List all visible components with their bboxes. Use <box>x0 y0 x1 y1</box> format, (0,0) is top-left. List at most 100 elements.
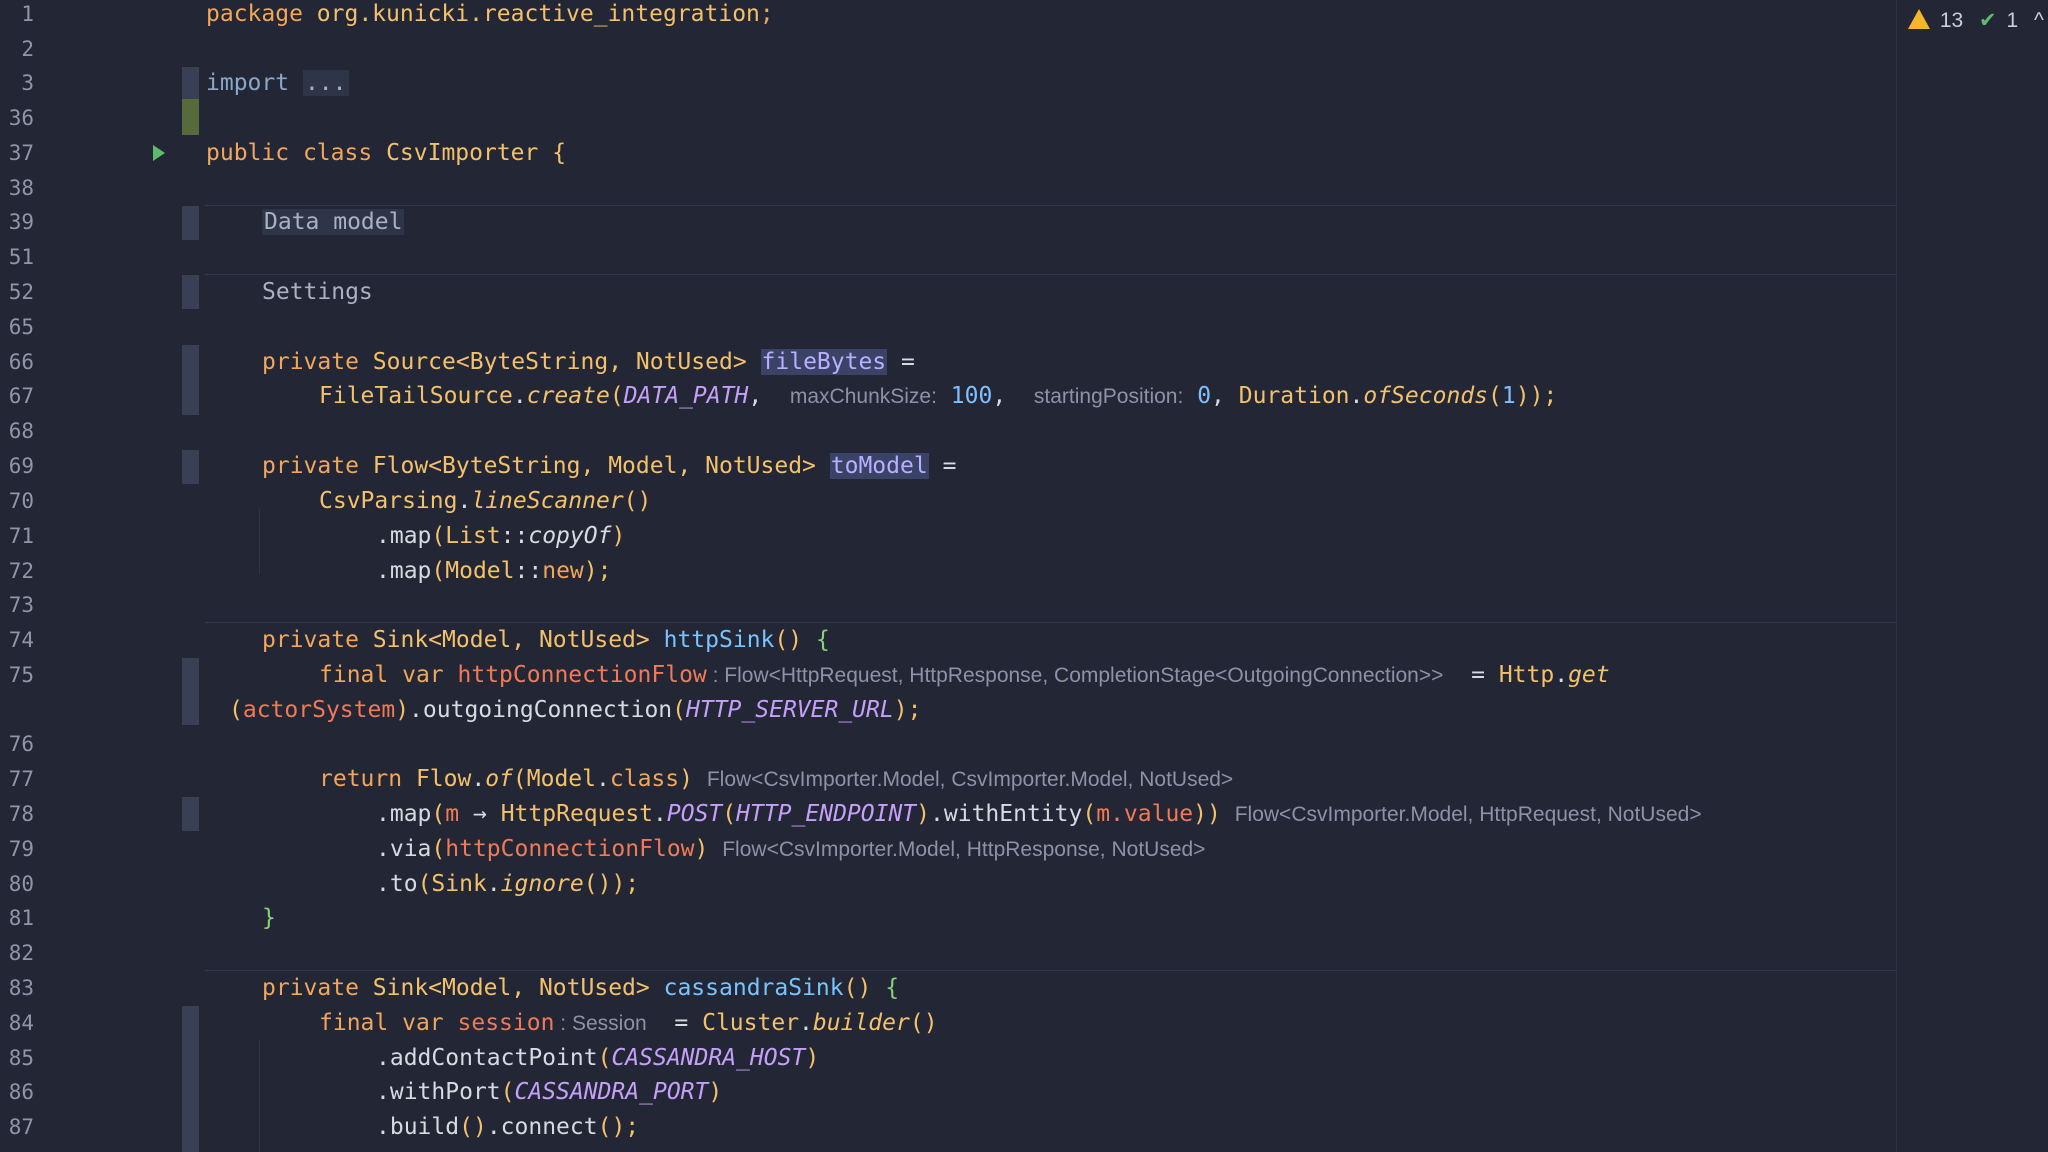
line-number: 2 <box>21 37 34 61</box>
method-cassandrasink: cassandraSink <box>663 975 844 1001</box>
field-value: m.value <box>1096 801 1194 827</box>
class-cluster: Cluster <box>702 1010 800 1036</box>
code-line[interactable]: 36 <box>0 101 1896 136</box>
code-line[interactable]: 71 .map(List::copyOf) <box>0 519 1896 554</box>
check-count: 1 <box>2006 9 2019 32</box>
line-number: 69 <box>8 454 34 478</box>
code-line[interactable]: 87 .build().connect(); <box>0 1110 1896 1145</box>
folded-region-data-model[interactable]: Data model <box>262 209 405 235</box>
method-build: build <box>389 1114 460 1140</box>
code-line[interactable]: 86 .withPort(CASSANDRA_PORT) <box>0 1075 1896 1110</box>
method-outgoingconnection: outgoingConnection <box>422 697 673 723</box>
package-name: org.kunicki.reactive_integration <box>316 1 760 27</box>
line-number: 77 <box>8 767 34 791</box>
line-number: 76 <box>8 732 34 756</box>
line-number: 1 <box>21 2 34 26</box>
line-number: 37 <box>8 141 34 165</box>
code-line[interactable]: 79 .via(httpConnectionFlow) Flow<CsvImpo… <box>0 832 1896 867</box>
keyword-private: private <box>262 349 359 375</box>
code-line[interactable]: 82 <box>0 936 1896 971</box>
code-line[interactable]: 80 .to(Sink.ignore()); <box>0 867 1896 902</box>
method-to: to <box>389 871 418 897</box>
line-number: 83 <box>8 976 34 1000</box>
param-hint: maxChunkSize: <box>789 385 937 408</box>
code-line[interactable]: 68 <box>0 414 1896 449</box>
double-check-icon: ✔ <box>1979 9 1997 32</box>
line-number: 72 <box>8 559 34 583</box>
chain-type-hint: Flow<CsvImporter.Model, HttpResponse, No… <box>722 838 1206 861</box>
chevron-up-icon[interactable]: ^ <box>2034 9 2044 32</box>
class-model: Model <box>526 766 597 792</box>
method-addcontactpoint: addContactPoint <box>389 1045 598 1071</box>
keyword-var: var <box>402 1010 444 1036</box>
code-line[interactable]: 1 package org.kunicki.reactive_integrati… <box>0 0 1896 32</box>
line-number: 87 <box>8 1115 34 1139</box>
code-line[interactable]: 2 <box>0 32 1896 67</box>
keyword-class: class <box>302 140 373 166</box>
keyword-public: public <box>206 140 290 166</box>
code-line[interactable]: 3 import ... <box>0 66 1896 101</box>
code-line[interactable]: 77 return Flow.of(Model.class) Flow<CsvI… <box>0 762 1896 797</box>
method-builder: builder <box>812 1010 910 1036</box>
code-line[interactable]: 67 FileTailSource.create(DATA_PATH, maxC… <box>0 379 1896 414</box>
code-line[interactable]: 69 private Flow<ByteString, Model, NotUs… <box>0 449 1896 484</box>
class-http: Http <box>1498 662 1555 688</box>
code-editor[interactable]: 13 ✔ 1 ^ 1 package org.kunicki.reactive_… <box>0 0 2048 1152</box>
number-literal: 0 <box>1197 383 1212 409</box>
code-line[interactable]: 65 <box>0 310 1896 345</box>
line-number: 75 <box>8 663 34 687</box>
line-number: 51 <box>8 245 34 269</box>
class-model: Model <box>445 558 515 584</box>
code-line[interactable]: 51 <box>0 240 1896 275</box>
class-list: List <box>445 523 501 549</box>
field-tomodel: toModel <box>829 453 929 479</box>
code-line[interactable]: 66 private Source<ByteString, NotUsed> f… <box>0 345 1896 380</box>
class-filetailsource: FileTailSource <box>319 383 513 409</box>
class-name: CsvImporter <box>386 140 539 166</box>
code-line[interactable]: 85 .addContactPoint(CASSANDRA_HOST) <box>0 1041 1896 1076</box>
code-line[interactable]: 76 <box>0 727 1896 762</box>
code-line[interactable]: 37 public class CsvImporter { <box>0 136 1896 171</box>
line-number: 85 <box>8 1046 34 1070</box>
code-line[interactable]: 78 .map(m → HttpRequest.POST(HTTP_ENDPOI… <box>0 797 1896 832</box>
line-number: 66 <box>8 350 34 374</box>
line-number: 79 <box>8 837 34 861</box>
editor-right-margin <box>1896 0 1897 1152</box>
line-number: 78 <box>8 802 34 826</box>
type-source: Source<ByteString, NotUsed> <box>372 349 747 375</box>
lambda-arrow: → <box>472 801 487 827</box>
code-line[interactable]: 72 .map(Model::new); <box>0 554 1896 589</box>
local-httpconnectionflow: httpConnectionFlow <box>445 836 695 862</box>
code-line[interactable]: 75 final var httpConnectionFlow : Flow<H… <box>0 658 1896 693</box>
method-of: of <box>485 766 513 792</box>
class-csvparsing: CsvParsing <box>319 488 458 514</box>
code-line[interactable]: 84 final var session : Session = Cluster… <box>0 1006 1896 1041</box>
line-number: 36 <box>8 106 34 130</box>
code-line[interactable]: 52 Settings <box>0 275 1896 310</box>
folded-imports[interactable]: ... <box>302 70 349 96</box>
method-via: via <box>389 836 432 862</box>
method-copyof: copyOf <box>528 523 612 549</box>
const-http-server-url: HTTP_SERVER_URL <box>686 697 894 723</box>
code-line[interactable]: 81 } <box>0 901 1896 936</box>
code-line[interactable]: 38 <box>0 171 1896 206</box>
code-line-wrap[interactable]: (actorSystem).outgoingConnection(HTTP_SE… <box>0 693 1896 728</box>
code-line[interactable]: 83 private Sink<Model, NotUsed> cassandr… <box>0 971 1896 1006</box>
code-line[interactable]: 74 private Sink<Model, NotUsed> httpSink… <box>0 623 1896 658</box>
keyword-import: import <box>206 70 290 96</box>
code-line[interactable]: 73 <box>0 588 1896 623</box>
keyword-private: private <box>262 627 359 653</box>
inspection-widget[interactable]: 13 ✔ 1 ^ <box>1908 6 2044 36</box>
chain-type-hint: Flow<CsvImporter.Model, HttpRequest, Not… <box>1234 803 1702 826</box>
line-number: 70 <box>8 489 34 513</box>
type-sink: Sink<Model, NotUsed> <box>372 975 650 1001</box>
method-httpsink: httpSink <box>663 627 775 653</box>
line-number: 52 <box>8 280 34 304</box>
line-number: 71 <box>8 524 34 548</box>
code-line[interactable]: 39 Data model <box>0 205 1896 240</box>
line-number: 67 <box>8 384 34 408</box>
lambda-param: m <box>445 801 460 827</box>
folded-region-settings[interactable]: Settings <box>262 279 373 305</box>
code-line[interactable]: 70 CsvParsing.lineScanner() <box>0 484 1896 519</box>
field-actorsystem: actorSystem <box>242 697 396 723</box>
